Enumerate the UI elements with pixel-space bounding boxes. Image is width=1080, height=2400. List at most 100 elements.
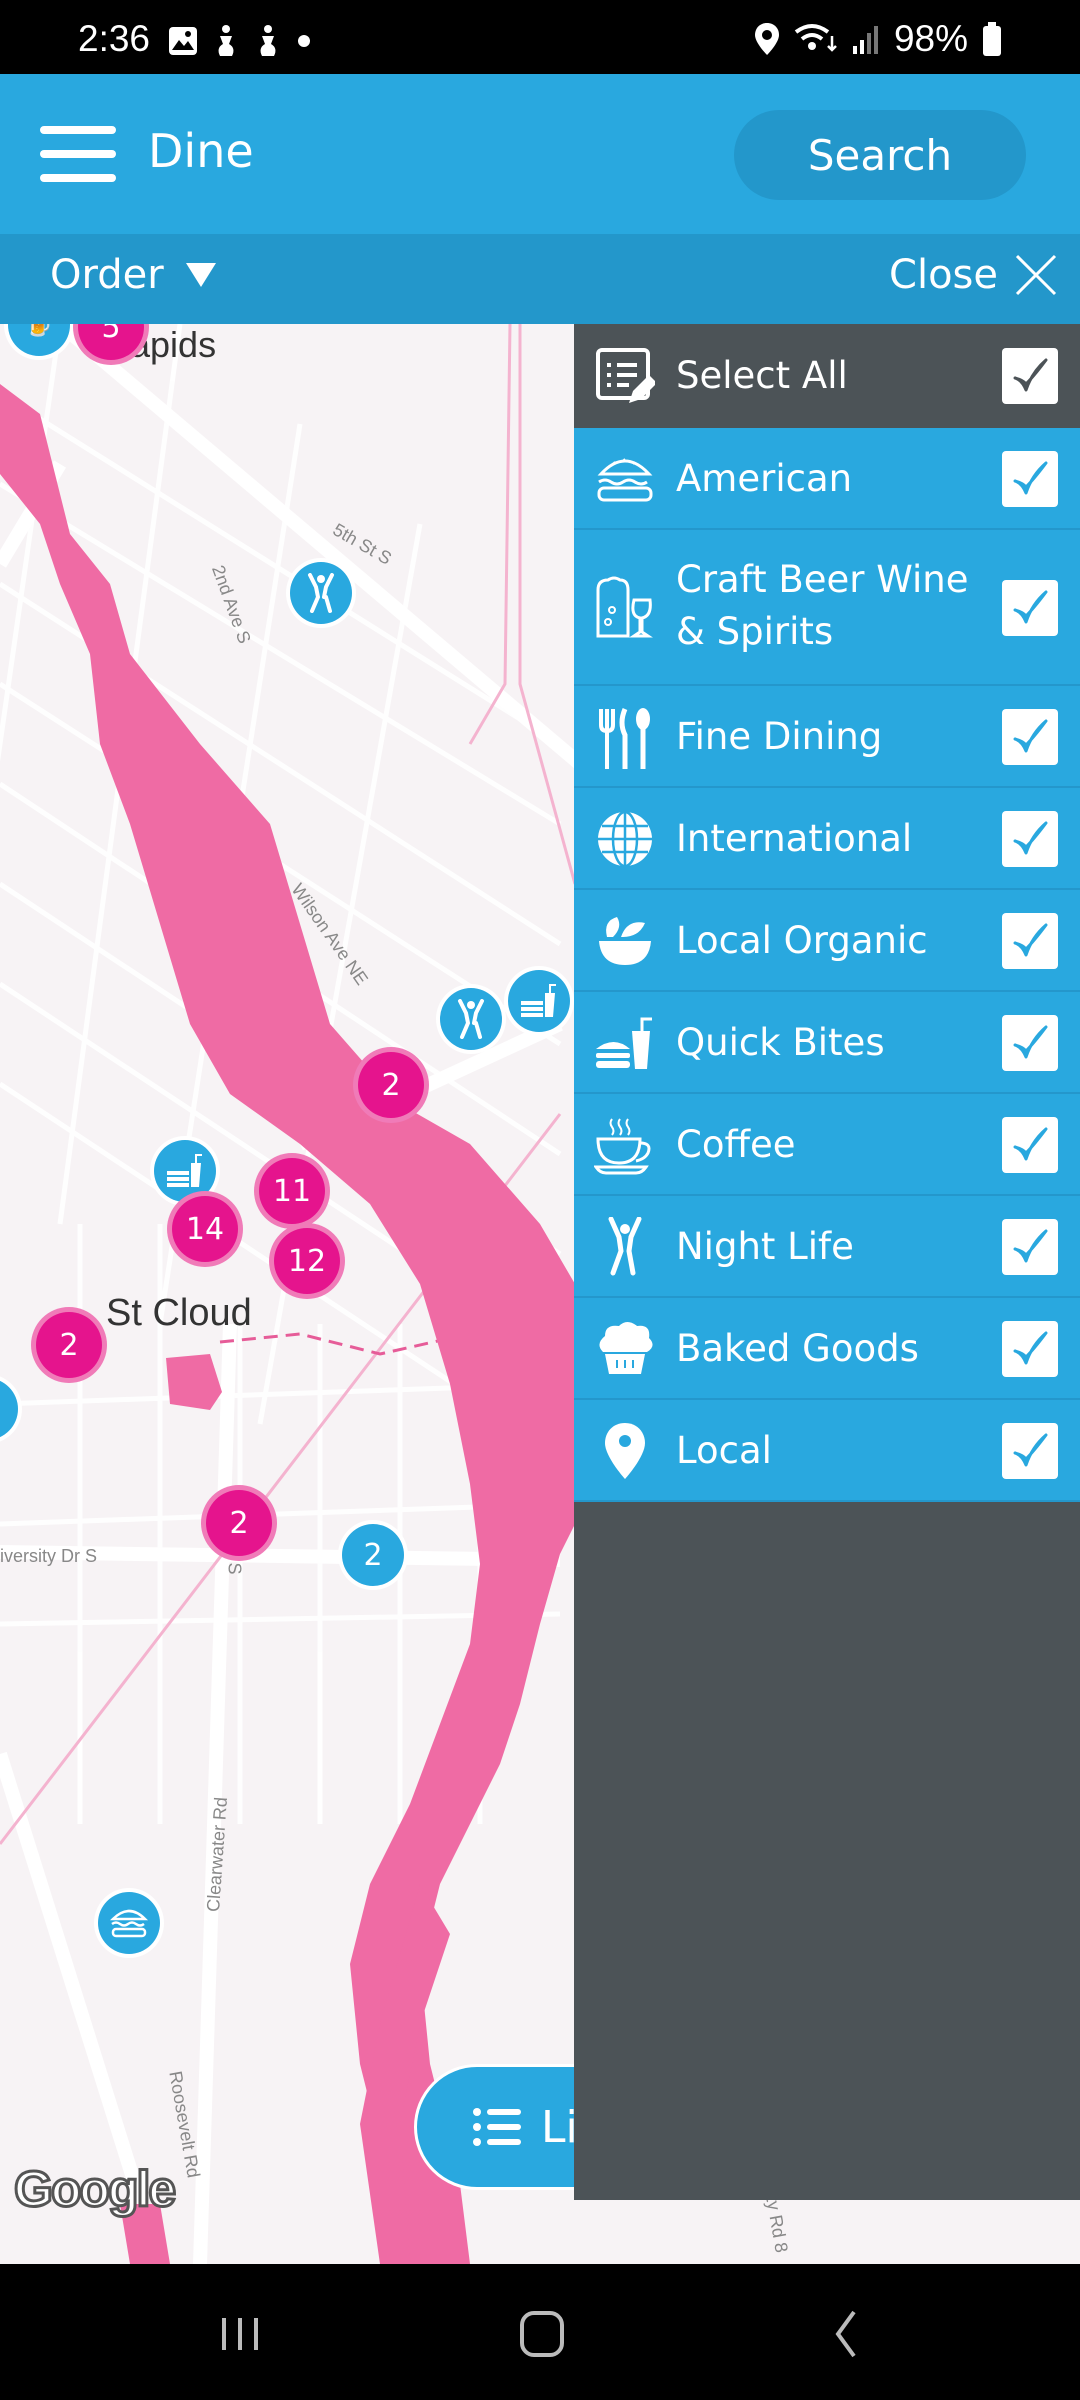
fast-food-icon — [167, 1154, 202, 1187]
dancer-icon — [458, 999, 484, 1039]
checkmark-icon — [1013, 1127, 1048, 1161]
beer-wine-icon — [594, 576, 656, 639]
place-label-st-cloud: St Cloud — [106, 1292, 252, 1334]
filter-label: Local — [676, 1429, 772, 1472]
cluster-marker[interactable]: 12 — [274, 1228, 340, 1294]
accessibility-icon — [260, 25, 276, 56]
app-title: Dine — [148, 124, 254, 178]
category-checkbox[interactable] — [1002, 580, 1058, 636]
filter-label: Craft Beer Wine & Spirits — [676, 558, 969, 653]
fast-food-icon — [594, 1012, 656, 1074]
night-life-marker[interactable] — [440, 988, 502, 1050]
select-all-checkbox[interactable] — [1002, 348, 1058, 404]
street-label: iversity Dr S — [0, 1546, 98, 1566]
quick-bites-marker[interactable] — [154, 1140, 216, 1202]
notification-icons — [168, 24, 312, 58]
order-label: Order — [50, 252, 164, 298]
category-checkbox[interactable] — [1002, 913, 1058, 969]
battery-percent: 98% — [893, 18, 968, 59]
location-icon — [754, 23, 779, 55]
hamburger-menu-icon[interactable] — [40, 126, 116, 182]
night-life-marker[interactable] — [290, 562, 352, 624]
dancer-icon — [308, 573, 334, 613]
cluster-marker-blue[interactable]: 2 — [342, 1524, 404, 1586]
dancer-icon — [594, 1216, 656, 1278]
quick-bites-marker[interactable] — [508, 970, 570, 1032]
system-status: 98% — [754, 18, 1002, 60]
filter-category-baked-goods[interactable]: Baked Goods — [574, 1298, 1080, 1400]
burger-icon — [594, 448, 656, 510]
filter-category-international[interactable]: International — [574, 788, 1080, 890]
map-pin-icon — [594, 1420, 656, 1482]
american-marker[interactable] — [98, 1892, 160, 1954]
filter-category-fine-dining[interactable]: Fine Dining — [574, 686, 1080, 788]
filter-category-american[interactable]: American — [574, 428, 1080, 530]
filter-category-coffee[interactable]: Coffee — [574, 1094, 1080, 1196]
filter-category-local[interactable]: Local — [574, 1400, 1080, 1502]
filter-category-quick-bites[interactable]: Quick Bites — [574, 992, 1080, 1094]
muffin-icon — [594, 1318, 656, 1380]
status-bar: 2:36 98% — [0, 0, 1080, 74]
filter-label: Quick Bites — [676, 1021, 885, 1064]
back-button[interactable] — [816, 2304, 876, 2364]
checkmark-icon — [1013, 590, 1048, 624]
category-filter-panel: Select All American Craft Beer Wine & Spi… — [574, 324, 1080, 2200]
cluster-marker[interactable]: 2 — [358, 1052, 424, 1118]
wifi-icon — [794, 24, 837, 52]
home-button[interactable] — [512, 2304, 572, 2364]
category-checkbox[interactable] — [1002, 709, 1058, 765]
list-button-label: Li — [541, 2101, 578, 2153]
burger-icon — [109, 1909, 149, 1938]
filter-label: Fine Dining — [676, 715, 883, 758]
cluster-marker[interactable]: 2 — [206, 1490, 272, 1556]
gallery-icon — [169, 27, 197, 55]
filter-select-all[interactable]: Select All — [574, 324, 1080, 428]
google-attribution: Google — [12, 2160, 177, 2219]
category-checkbox[interactable] — [1002, 811, 1058, 867]
app-bar: Dine Search — [0, 74, 1080, 234]
checkmark-icon — [1013, 1025, 1048, 1059]
checkmark-icon — [1013, 821, 1048, 855]
category-checkbox[interactable] — [1002, 1015, 1058, 1071]
filter-label: International — [676, 817, 913, 860]
category-checkbox[interactable] — [1002, 451, 1058, 507]
filter-label: Local Organic — [676, 919, 928, 962]
battery-icon — [983, 22, 1001, 56]
close-filter-button[interactable]: Close — [889, 252, 1058, 298]
checkmark-icon — [1013, 1331, 1048, 1365]
recent-apps-button[interactable] — [210, 2304, 270, 2364]
category-checkbox[interactable] — [1002, 1117, 1058, 1173]
cluster-marker[interactable]: 2 — [36, 1312, 102, 1378]
category-checkbox[interactable] — [1002, 1321, 1058, 1377]
order-dropdown[interactable]: Order — [50, 252, 216, 298]
dot-icon — [298, 35, 310, 47]
filter-label: Baked Goods — [676, 1327, 919, 1370]
search-button[interactable]: Search — [734, 110, 1026, 200]
filter-category-craft-beer-wine-spirits[interactable]: Craft Beer Wine & Spirits — [574, 530, 1080, 686]
close-icon — [1015, 254, 1057, 296]
list-icon — [473, 2108, 521, 2146]
filter-label: American — [676, 457, 853, 500]
checkmark-icon — [1013, 923, 1048, 957]
signal-icon — [852, 26, 878, 54]
category-checkbox[interactable] — [1002, 1219, 1058, 1275]
filter-label: Coffee — [676, 1123, 796, 1166]
filter-category-local-organic[interactable]: Local Organic — [574, 890, 1080, 992]
status-time: 2:36 — [78, 18, 151, 59]
sub-toolbar: Order Close — [0, 234, 1080, 324]
checkmark-icon — [1013, 719, 1048, 753]
cluster-marker[interactable]: 14 — [172, 1196, 238, 1262]
checkmark-icon — [1013, 1433, 1048, 1467]
filter-label: Select All — [676, 354, 848, 397]
accessibility-icon — [218, 25, 234, 56]
street-label: S — [224, 1562, 245, 1575]
cutlery-icon — [594, 706, 656, 769]
filter-label: Night Life — [676, 1225, 854, 1268]
category-checkbox[interactable] — [1002, 1423, 1058, 1479]
checkmark-icon — [1013, 358, 1048, 392]
filter-category-night-life[interactable]: Night Life — [574, 1196, 1080, 1298]
globe-icon — [594, 808, 656, 870]
close-label: Close — [889, 252, 998, 298]
checkmark-icon — [1013, 461, 1048, 495]
cluster-marker[interactable]: 11 — [259, 1158, 325, 1224]
